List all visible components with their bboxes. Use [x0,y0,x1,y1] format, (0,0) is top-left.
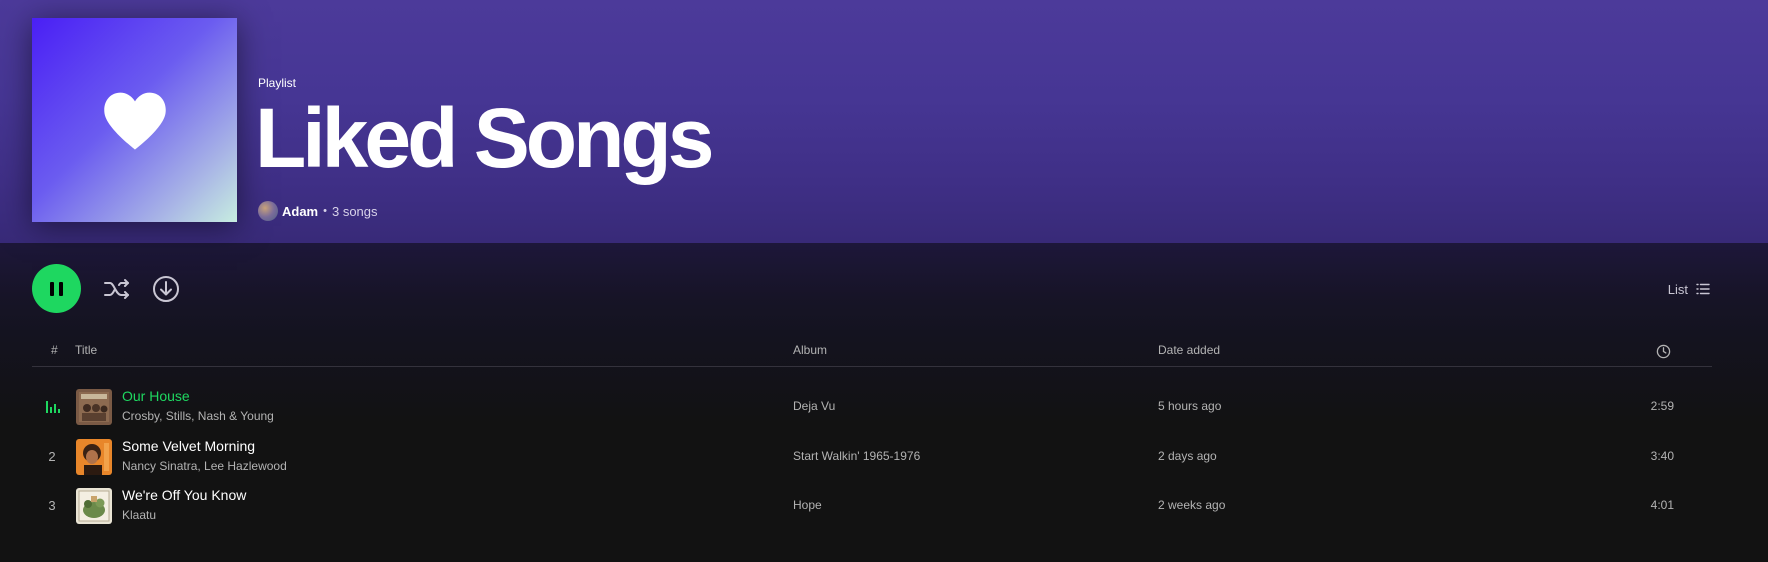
track-row[interactable]: Our House Crosby, Stills, Nash & Young D… [32,385,1712,431]
track-duration: 3:40 [1650,449,1674,463]
track-date-added: 2 days ago [1158,449,1217,463]
action-bar-background [0,243,1768,333]
shuffle-icon [104,279,129,299]
meta-separator: • [323,205,327,217]
column-header-title[interactable]: Title [75,343,97,359]
clock-icon [1656,344,1671,359]
album-art [76,389,112,425]
track-row[interactable]: 2 Some Velvet Morning Nancy Sinatra, Lee… [32,435,1712,481]
track-album[interactable]: Deja Vu [793,399,835,413]
playlist-cover [32,18,237,222]
pause-icon [50,281,63,296]
track-album[interactable]: Hope [793,498,822,512]
track-number: 3 [48,498,56,513]
column-header-album[interactable]: Album [793,343,827,359]
avatar[interactable] [258,201,278,221]
track-title[interactable]: Some Velvet Morning [122,438,255,454]
download-button[interactable] [150,273,182,305]
track-artist[interactable]: Klaatu [122,508,156,522]
column-header-date-added[interactable]: Date added [1158,343,1220,359]
track-duration: 2:59 [1650,399,1674,413]
view-toggle[interactable]: List [1668,280,1710,298]
list-view-icon [1696,283,1710,295]
play-pause-button[interactable] [32,264,81,313]
track-date-added: 2 weeks ago [1158,498,1226,512]
track-artist[interactable]: Nancy Sinatra, Lee Hazlewood [122,459,287,473]
page-title: Liked Songs [255,91,714,185]
download-icon [153,276,179,302]
track-artist[interactable]: Crosby, Stills, Nash & Young [122,409,274,423]
column-header-number: # [51,343,58,357]
track-number: 2 [48,449,56,464]
playlist-meta: Adam • 3 songs [258,201,378,221]
view-label: List [1667,281,1688,297]
album-art [76,488,112,524]
heart-icon [103,92,166,150]
track-title[interactable]: Our House [122,388,190,404]
track-title[interactable]: We're Off You Know [122,487,246,503]
song-count: 3 songs [331,203,378,219]
track-duration: 4:01 [1650,498,1674,512]
now-playing-equalizer-icon [46,401,60,413]
header-divider [32,366,1712,367]
track-album[interactable]: Start Walkin' 1965-1976 [793,449,920,463]
track-date-added: 5 hours ago [1158,399,1222,413]
album-art [76,439,112,475]
playlist-type-label: Playlist [258,76,297,90]
shuffle-button[interactable] [101,273,133,305]
column-header-duration[interactable] [1656,344,1671,360]
track-row[interactable]: 3 We're Off You Know Klaatu Hope 2 weeks… [32,484,1712,530]
owner-link[interactable]: Adam [282,204,318,219]
